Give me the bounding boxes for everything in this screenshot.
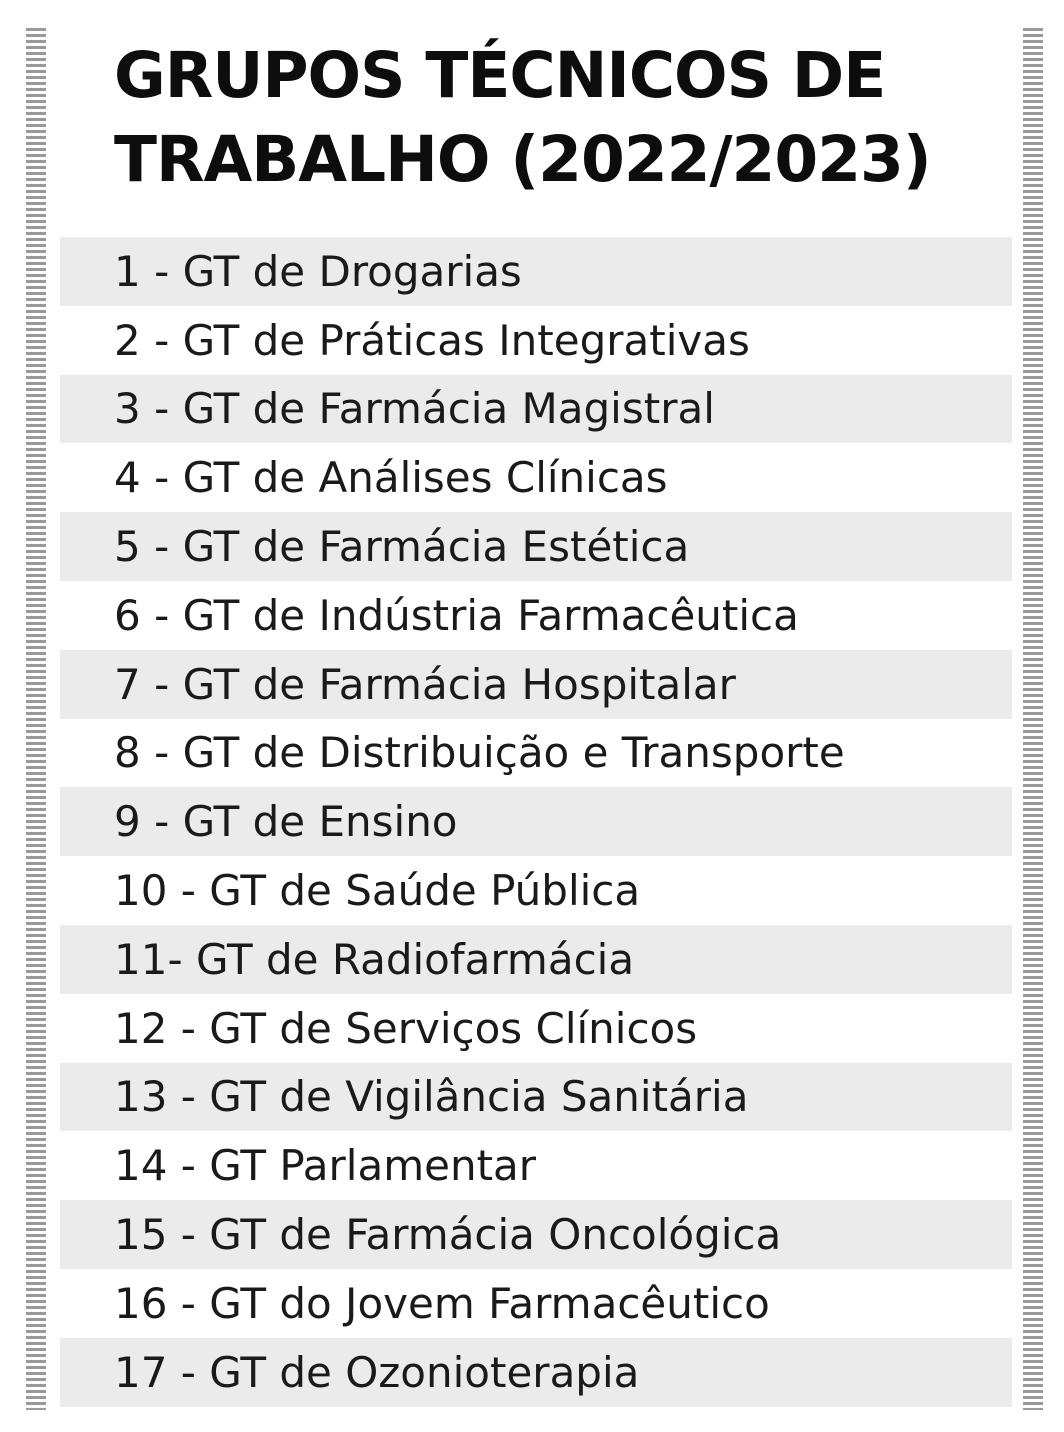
list-item: 12 - GT de Serviços Clínicos [60, 993, 1012, 1063]
list-item: 17 - GT de Ozonioterapia [60, 1337, 1012, 1407]
list-item: 7 - GT de Farmácia Hospitalar [60, 649, 1012, 719]
list-item: 16 - GT do Jovem Farmacêutico [60, 1268, 1012, 1338]
right-decorative-stripe [1023, 28, 1043, 1410]
list-item: 9 - GT de Ensino [60, 787, 1012, 857]
list-item: 10 - GT de Saúde Pública [60, 856, 1012, 925]
list-item: 3 - GT de Farmácia Magistral [60, 374, 1012, 444]
list-item: 8 - GT de Distribuição e Transporte [60, 718, 1012, 788]
title-line-1: GRUPOS TÉCNICOS DE [114, 39, 886, 112]
list-item: 13 - GT de Vigilância Sanitária [60, 1062, 1012, 1132]
page-title: GRUPOS TÉCNICOS DE TRABALHO (2022/2023) [114, 34, 994, 202]
list-item: 2 - GT de Práticas Integrativas [60, 305, 1012, 375]
list-item: 4 - GT de Análises Clínicas [60, 443, 1012, 513]
list-item: 15 - GT de Farmácia Oncológica [60, 1200, 1012, 1269]
list-item: 1 - GT de Drogarias [60, 237, 1012, 306]
list-item: 11- GT de Radiofarmácia [60, 924, 1012, 994]
left-decorative-stripe [26, 28, 46, 1410]
title-line-2: TRABALHO (2022/2023) [114, 123, 932, 196]
list-item: 5 - GT de Farmácia Estética [60, 512, 1012, 581]
list-item: 6 - GT de Indústria Farmacêutica [60, 580, 1012, 650]
list-item: 14 - GT Parlamentar [60, 1131, 1012, 1201]
working-groups-list: 1 - GT de Drogarias 2 - GT de Práticas I… [60, 237, 1012, 1407]
